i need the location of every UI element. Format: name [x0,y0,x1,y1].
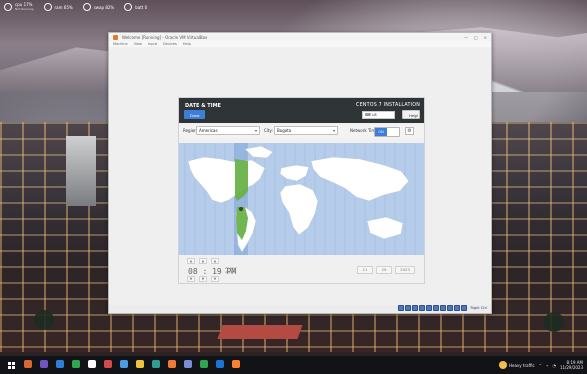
chevron-up-icon[interactable]: ⌃ [539,363,542,368]
optical-drive-icon[interactable] [405,304,412,311]
host-key-label: Right Ctrl [470,305,487,310]
time-date-panel: ▲ ▲ ▲ 08 : 19 PM ▼ ▼ ▼ 24-hour AM/PM 11 … [179,258,424,283]
network-time-toggle[interactable]: ON [374,127,400,137]
ram-ring-icon [43,3,52,11]
app-icon-green[interactable] [72,360,80,368]
app-icon-teal[interactable] [152,360,160,368]
page-title: DATE & TIME [185,103,221,109]
selected-city-pin [238,206,244,212]
window-title: Welcome [Running] - Oracle VM VirtualBox [122,34,208,40]
usb-icon[interactable] [426,304,433,311]
minute-down-button[interactable]: ▼ [199,276,207,282]
virtualbox-window[interactable]: Welcome [Running] - Oracle VM VirtualBox… [108,32,492,314]
maximize-icon[interactable]: □ [474,35,478,40]
menu-input[interactable]: Input [148,42,157,46]
tree [544,312,564,332]
date-month-select[interactable]: 11 [357,266,373,274]
minimize-icon[interactable]: — [464,35,468,40]
menu-help[interactable]: Help [183,42,191,46]
time-format-options: 24-hour AM/PM [225,266,237,274]
help-button[interactable]: Help! [402,110,420,119]
building-tower [66,136,96,206]
app-icon-orange[interactable] [24,360,32,368]
system-tray: Heavy traffic ⌃ ⌁ ◔ 8:19 AM 11/29/2023 [499,359,583,371]
format-ampm-option[interactable]: AM/PM [225,270,237,274]
minute-up-button[interactable]: ▲ [199,258,207,264]
keyboard-capture-icon[interactable] [461,304,468,311]
product-title: CENTOS 7 INSTALLATION [356,103,420,108]
weather-icon [499,361,507,369]
network-icon[interactable] [419,304,426,311]
network-tray-icon[interactable]: ⌁ [546,363,548,368]
close-icon[interactable]: × [484,35,487,40]
batt-ring-icon [124,3,133,11]
swap-meter: swap 82% [82,2,114,12]
centos-installer-screen[interactable]: DATE & TIME Done CENTOS 7 INSTALLATION ⌨… [178,97,425,284]
app-icon-white[interactable] [88,360,96,368]
recording-icon[interactable] [447,304,454,311]
audio-icon[interactable] [412,304,419,311]
timezone-toolbar: Region: Americas ▾ City: Bogota ▾ Networ… [179,125,424,138]
cpu-ring-icon [4,3,12,11]
ram-meter: ram 65% [43,2,73,12]
window-titlebar[interactable]: Welcome [Running] - Oracle VM VirtualBox… [109,33,491,41]
app-icon-red[interactable] [104,360,112,368]
app-icon-lightblue[interactable] [120,360,128,368]
menu-view[interactable]: View [134,42,142,46]
hour-down-button[interactable]: ▼ [187,276,195,282]
keyboard-icon: ⌨ [365,112,371,117]
menu-devices[interactable]: Devices [163,42,177,46]
tree [34,310,54,330]
cpu-meter: cpu 17% Not Running [4,2,34,12]
gear-icon[interactable]: ⚙ [405,127,414,135]
date-year-select[interactable]: 2023 [395,266,415,274]
menu-machine[interactable]: Machine [113,42,128,46]
app-icon-blue[interactable] [56,360,64,368]
app-icon-firefox[interactable] [232,360,240,368]
desktop-meters: cpu 17% Not Running ram 65% swap 82% batt… [4,2,147,12]
app-icon-orange-2[interactable] [168,360,176,368]
chevron-down-icon: ▾ [332,128,335,133]
done-button[interactable]: Done [184,110,205,119]
app-icon-yellow[interactable] [136,360,144,368]
batt-meter: batt 0 [124,2,147,12]
mouse-integration-icon[interactable] [454,304,461,311]
vm-screen[interactable]: DATE & TIME Done CENTOS 7 INSTALLATION ⌨… [109,47,491,305]
virtualbox-logo-icon [113,34,118,40]
weather-widget[interactable]: Heavy traffic [499,361,535,369]
app-icon-purple[interactable] [40,360,48,368]
ampm-down-button[interactable]: ▼ [211,276,219,282]
city-select[interactable]: Bogota ▾ [274,126,338,135]
volume-icon[interactable]: ◔ [552,363,556,368]
hard-disk-icon[interactable] [398,304,405,311]
app-icon-indigo[interactable] [184,360,192,368]
ampm-up-button[interactable]: ▲ [211,258,219,264]
swap-ring-icon [82,3,91,11]
timezone-map[interactable] [179,143,424,255]
date-day-select[interactable]: 29 [376,266,392,274]
windows-start-icon[interactable] [8,362,15,369]
taskbar-apps [24,360,240,368]
shared-folder-icon[interactable] [433,304,440,311]
app-icon-green-2[interactable] [200,360,208,368]
world-map[interactable] [179,143,424,255]
hour-up-button[interactable]: ▲ [187,258,195,264]
chevron-down-icon: ▾ [254,128,257,133]
red-roof [217,325,303,339]
city-label: City: [264,128,273,133]
region-select[interactable]: Americas ▾ [196,126,260,135]
installer-header: DATE & TIME Done CENTOS 7 INSTALLATION ⌨… [179,98,424,123]
vbox-statusbar: Right Ctrl [398,304,487,311]
keyboard-layout-indicator[interactable]: ⌨ us [362,111,395,119]
system-clock[interactable]: 8:19 AM 11/29/2023 [560,360,583,370]
app-icon-blue-2[interactable] [216,360,224,368]
display-icon[interactable] [440,304,447,311]
windows-taskbar: Heavy traffic ⌃ ⌁ ◔ 8:19 AM 11/29/2023 [0,356,587,374]
